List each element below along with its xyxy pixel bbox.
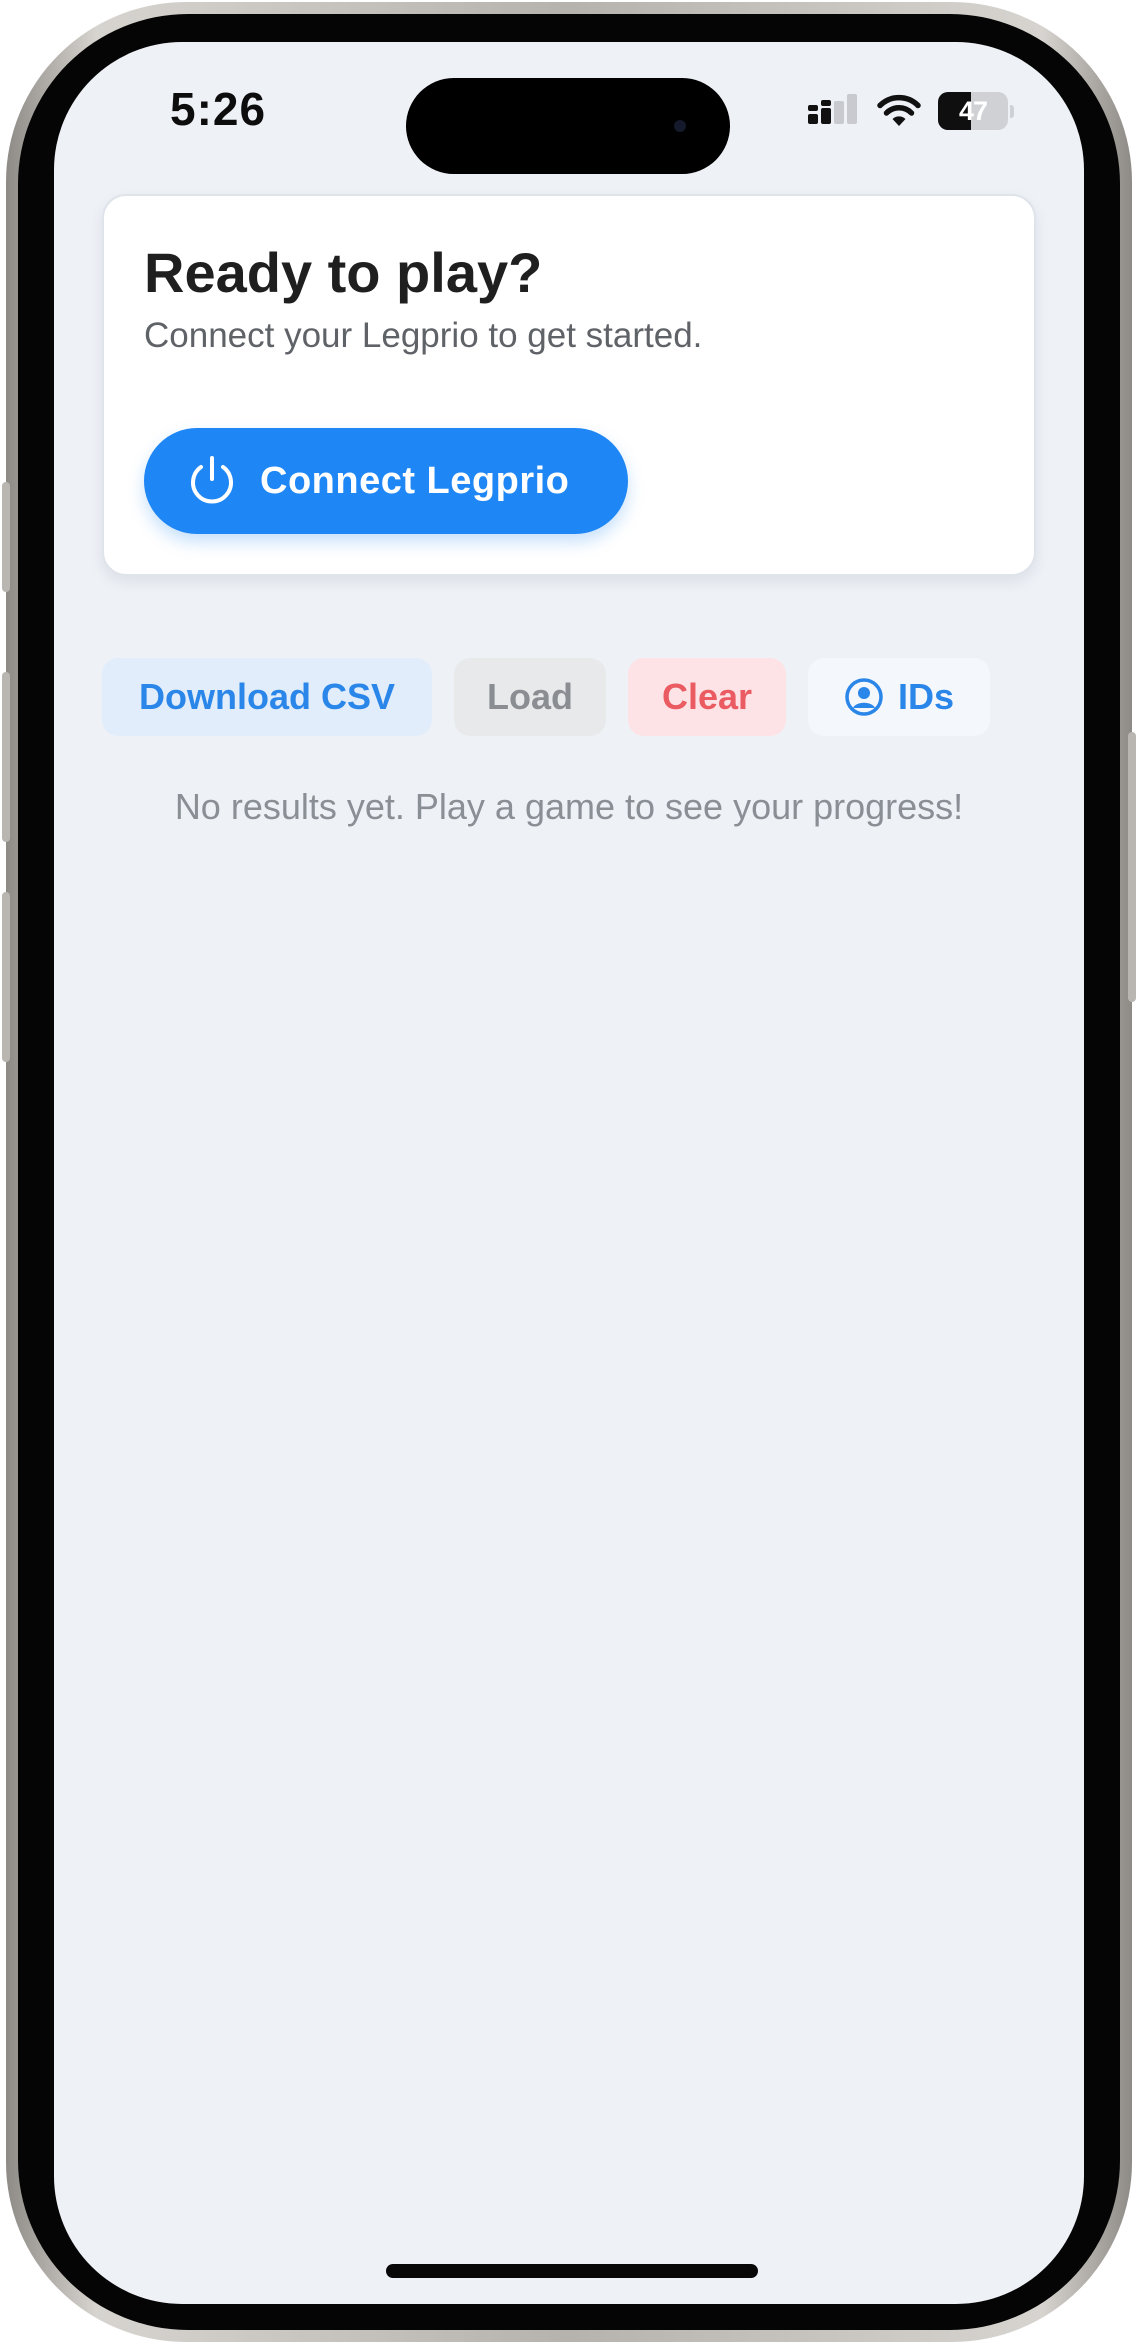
card-title: Ready to play?	[144, 241, 543, 304]
volume-up-button	[2, 672, 10, 842]
cellular-signal-icon	[808, 94, 857, 124]
app-screen: 5:26 47 Ready to play? Connect your Legp…	[54, 42, 1084, 2304]
load-button[interactable]: Load	[454, 658, 606, 736]
status-time: 5:26	[170, 83, 267, 135]
user-circle-icon	[845, 678, 883, 716]
action-button	[2, 482, 10, 592]
battery-icon: 47	[938, 92, 1008, 130]
load-label: Load	[487, 676, 573, 717]
battery-nub	[1010, 104, 1014, 118]
volume-down-button	[2, 892, 10, 1062]
clear-button[interactable]: Clear	[628, 658, 786, 736]
camera-icon	[674, 120, 686, 132]
empty-results-message: No results yet. Play a game to see your …	[174, 786, 964, 827]
battery-level: 47	[958, 95, 988, 126]
card-subtitle: Connect your Legprio to get started.	[144, 316, 703, 355]
connect-card: Ready to play? Connect your Legprio to g…	[102, 194, 1036, 576]
power-icon	[191, 456, 233, 504]
power-side-button	[1128, 732, 1136, 1002]
download-csv-button[interactable]: Download CSV	[102, 658, 432, 736]
connect-button-label: Connect Legprio	[260, 459, 570, 502]
ids-label: IDs	[897, 676, 955, 717]
clear-label: Clear	[661, 676, 753, 717]
dynamic-island	[406, 78, 730, 174]
wifi-icon	[877, 94, 921, 126]
ids-button[interactable]: IDs	[808, 658, 990, 736]
connect-legprio-button[interactable]: Connect Legprio	[144, 428, 628, 534]
download-csv-label: Download CSV	[138, 676, 395, 717]
status-icons: 47	[806, 92, 1014, 130]
home-indicator[interactable]	[386, 2264, 758, 2278]
